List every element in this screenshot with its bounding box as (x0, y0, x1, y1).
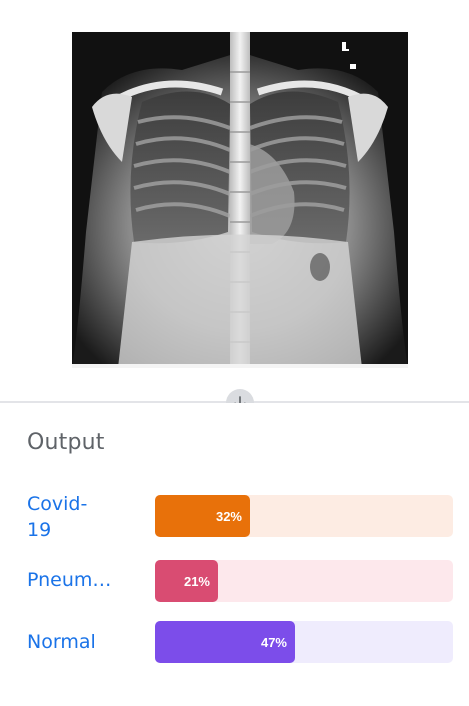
result-bar: 21% (155, 560, 218, 602)
result-percent: 47% (260, 634, 287, 650)
result-bar: 47% (155, 621, 295, 663)
output-panel: Output Covid-19 32% Pneumonia 21% Normal… (0, 403, 469, 706)
result-percent: 21% (183, 573, 210, 589)
result-track: 47% (155, 621, 453, 663)
app: Output Covid-19 32% Pneumonia 21% Normal… (0, 0, 469, 706)
chest-xray-image (72, 32, 408, 368)
input-panel (0, 0, 469, 401)
result-percent: 32% (215, 508, 242, 524)
result-label: Pneumonia (27, 569, 115, 591)
result-label: Covid-19 (27, 493, 88, 541)
result-track: 21% (155, 560, 453, 602)
output-title: Output (27, 430, 105, 455)
result-bar: 32% (155, 495, 250, 537)
result-label: Normal (27, 631, 96, 653)
result-track: 32% (155, 495, 453, 537)
